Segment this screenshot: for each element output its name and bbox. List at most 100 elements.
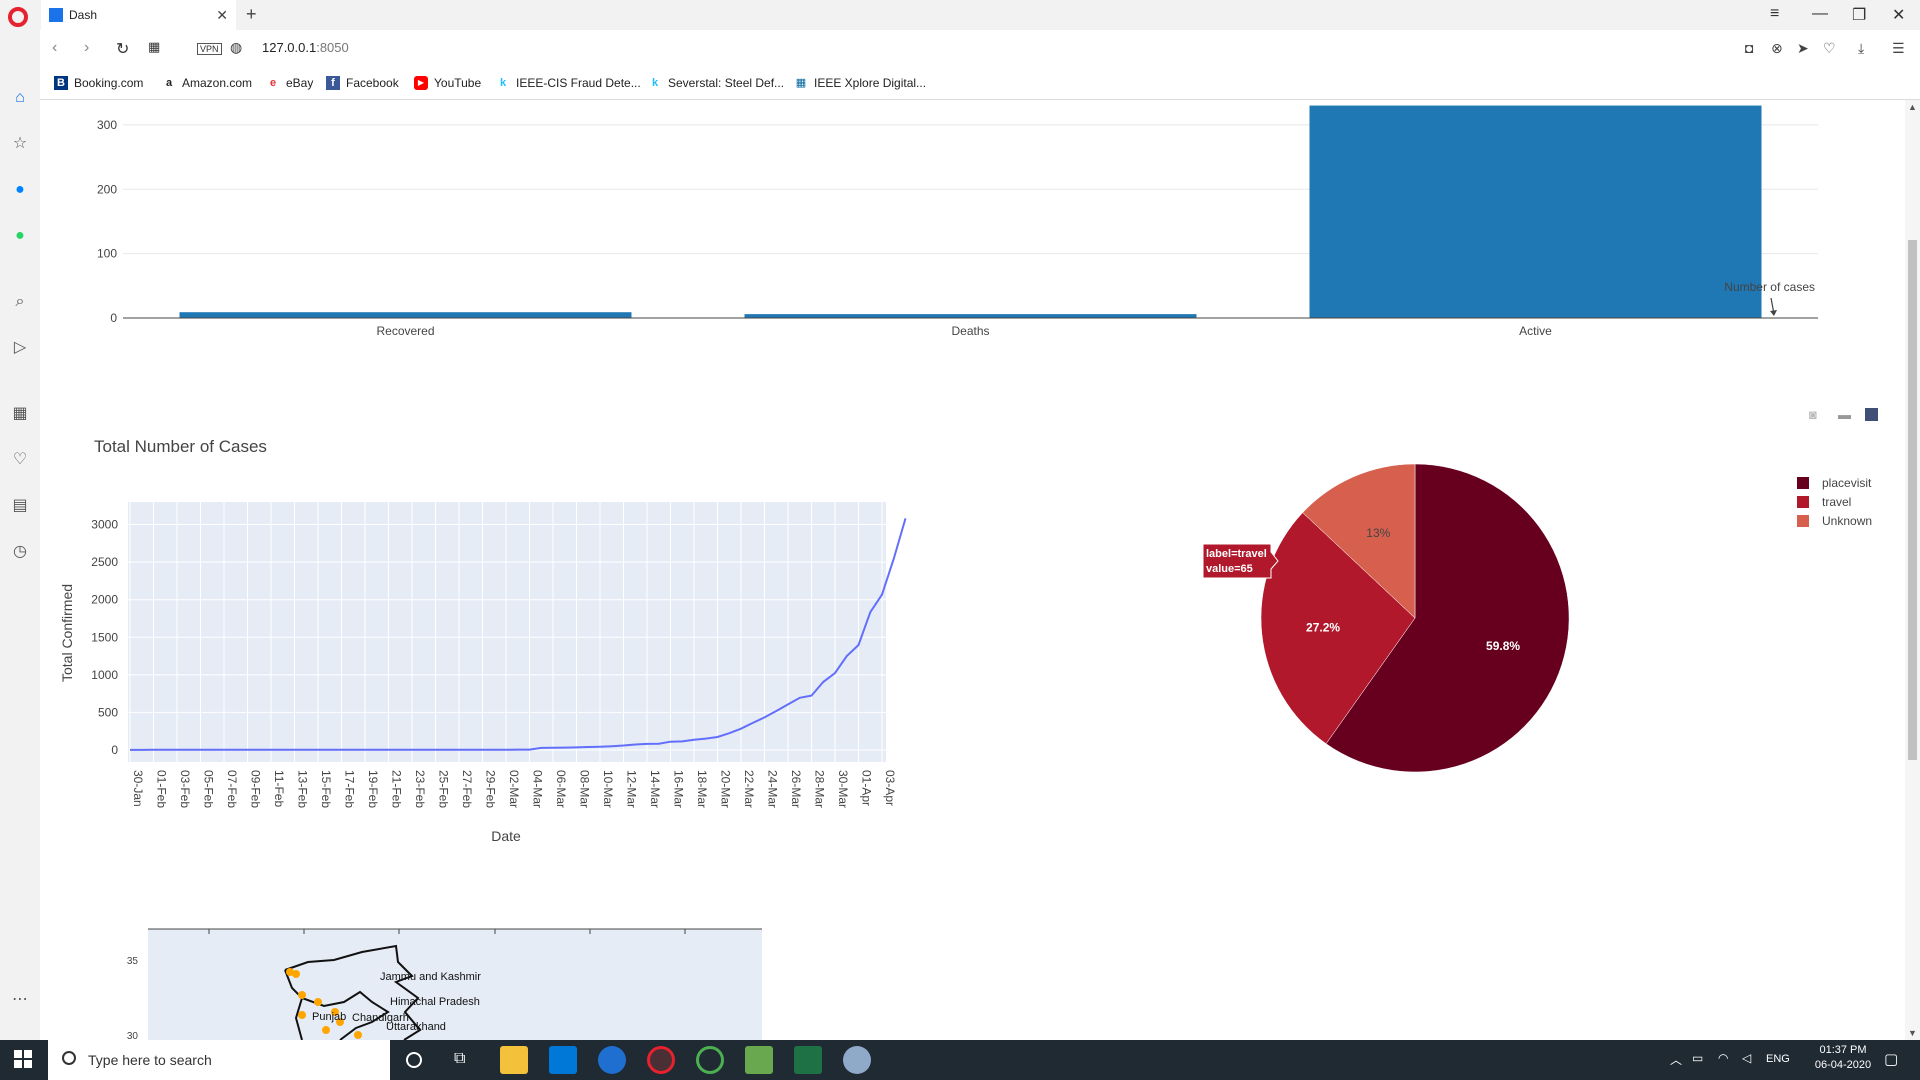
- scroll-down-icon[interactable]: ▼: [1908, 1028, 1917, 1038]
- heart-icon[interactable]: ♡: [1823, 40, 1836, 57]
- vpn-badge[interactable]: VPN: [197, 43, 222, 55]
- send-icon[interactable]: ➤: [1797, 40, 1809, 57]
- map-marker[interactable]: [322, 1026, 330, 1034]
- close-tab-icon[interactable]: ✕: [216, 7, 228, 24]
- scroll-up-icon[interactable]: ▲: [1908, 102, 1917, 112]
- news-icon[interactable]: ▤: [10, 496, 30, 516]
- forward-button[interactable]: ›: [84, 39, 89, 57]
- adblock-icon[interactable]: ⊗: [1771, 40, 1783, 57]
- bookmark-ebay[interactable]: e eBay: [266, 76, 313, 90]
- tabs-grid-icon[interactable]: ▦: [148, 39, 160, 55]
- easy-setup-icon[interactable]: ☰: [1892, 40, 1905, 57]
- home-icon[interactable]: ⌂: [10, 88, 30, 108]
- taskbar-search-input[interactable]: Type here to search: [48, 1040, 390, 1080]
- mail-icon[interactable]: [549, 1046, 577, 1074]
- search-icon[interactable]: ⌕: [10, 292, 30, 312]
- map-marker[interactable]: [298, 1011, 306, 1019]
- browser-sidebar: ⌂ ☆ ● ● ⌕ ▷ ▦ ♡ ▤ ◷ ⋯: [0, 30, 40, 1040]
- map-marker[interactable]: [354, 1031, 362, 1039]
- plotly-logo-icon[interactable]: [1865, 408, 1878, 421]
- plotly-tag-icon[interactable]: ▬: [1838, 407, 1851, 422]
- tray-chevron-icon[interactable]: ︿: [1670, 1051, 1682, 1068]
- history-icon[interactable]: ◷: [10, 542, 30, 562]
- bar-recovered[interactable]: [179, 312, 632, 318]
- star-icon[interactable]: ☆: [10, 134, 30, 154]
- bookmark-label: Amazon.com: [182, 76, 253, 90]
- tab-dash[interactable]: Dash ✕: [41, 0, 236, 30]
- apps-grid-icon[interactable]: ▦: [10, 404, 30, 424]
- page-scrollbar[interactable]: ▲ ▼: [1905, 100, 1920, 1040]
- messenger-icon[interactable]: ●: [10, 180, 30, 200]
- restore-button[interactable]: ❐: [1852, 5, 1866, 25]
- pie-slice-percent: 27.2%: [1306, 620, 1340, 634]
- whatsapp-icon[interactable]: ●: [10, 226, 30, 246]
- line-x-tick-label: 07-Feb: [225, 770, 239, 808]
- booking-icon: B: [54, 76, 68, 90]
- notifications-icon[interactable]: ▢: [1884, 1050, 1898, 1068]
- map-label-punjab: Punjab: [312, 1011, 346, 1023]
- file-explorer-icon[interactable]: [500, 1046, 528, 1074]
- bookmark-ieee-xplore[interactable]: ▦ IEEE Xplore Digital...: [794, 76, 926, 90]
- pie-legend: placevisit travel Unknown: [1797, 476, 1872, 528]
- more-icon[interactable]: ⋯: [10, 990, 30, 1010]
- bookmark-facebook[interactable]: f Facebook: [326, 76, 399, 90]
- url-port: :8050: [316, 40, 349, 55]
- bookmark-ieee-cis[interactable]: k IEEE-CIS Fraud Dete...: [496, 76, 641, 90]
- line-plot-area: [128, 502, 886, 762]
- bar-y-tick-label: 200: [97, 182, 117, 196]
- pie-chart: 59.8% 27.2% 13% placevisit travel Unknown la…: [1202, 463, 1872, 773]
- heart-icon[interactable]: ♡: [10, 450, 30, 470]
- line-y-ticks: 0 500 1000 1500 2000 2500 3000: [91, 518, 118, 757]
- cortana-icon[interactable]: [406, 1052, 422, 1068]
- back-button[interactable]: ‹: [52, 39, 57, 57]
- map-label-jk: Jammu and Kashmir: [380, 971, 481, 983]
- new-tab-button[interactable]: +: [246, 4, 257, 25]
- bar-active[interactable]: [1309, 105, 1762, 318]
- bookmark-youtube[interactable]: ▶ YouTube: [414, 76, 481, 90]
- bookmark-booking[interactable]: B Booking.com: [54, 76, 143, 90]
- map-marker[interactable]: [298, 991, 306, 999]
- opera-logo-icon[interactable]: [8, 7, 28, 27]
- url-host: 127.0.0.1: [262, 40, 317, 55]
- opera-taskbar-icon[interactable]: [647, 1046, 675, 1074]
- legend-item-placevisit[interactable]: placevisit: [1822, 476, 1872, 490]
- volume-icon[interactable]: ◁: [1742, 1051, 1751, 1065]
- map-label-uttarakhand: Uttarakhand: [386, 1021, 446, 1033]
- battery-icon[interactable]: ▭: [1692, 1051, 1703, 1065]
- map-marker[interactable]: [292, 970, 300, 978]
- language-indicator[interactable]: ENG: [1766, 1053, 1790, 1065]
- windows-start-icon[interactable]: [14, 1050, 32, 1068]
- line-x-axis-title: Date: [491, 828, 521, 844]
- legend-item-unknown[interactable]: Unknown: [1822, 514, 1872, 528]
- line-x-tick-label: 03-Apr: [883, 770, 897, 806]
- url-field[interactable]: 127.0.0.1:8050: [262, 40, 349, 55]
- bar-deaths[interactable]: [744, 314, 1197, 318]
- minimize-button[interactable]: —: [1812, 5, 1828, 23]
- bookmark-amazon[interactable]: a Amazon.com: [162, 76, 252, 90]
- line-x-tick-label: 28-Mar: [813, 770, 827, 808]
- bookmark-severstal[interactable]: k Severstal: Steel Def...: [648, 76, 784, 90]
- clock[interactable]: 01:37 PM 06-04-2020: [1808, 1044, 1878, 1071]
- close-window-button[interactable]: ✕: [1892, 5, 1905, 25]
- app-green-icon[interactable]: [696, 1046, 724, 1074]
- wifi-icon[interactable]: ◠: [1718, 1051, 1728, 1065]
- excel-icon[interactable]: [794, 1046, 822, 1074]
- download-icon[interactable]: ⤓: [1858, 40, 1864, 57]
- line-x-tick-label: 27-Feb: [460, 770, 474, 808]
- bookmark-label: Severstal: Steel Def...: [668, 76, 785, 90]
- line-x-tick-label: 23-Feb: [413, 770, 427, 808]
- edge-icon[interactable]: [598, 1046, 626, 1074]
- bar-chart: 0 100 200 300 Recovered Deaths Active Number o…: [97, 105, 1818, 338]
- map-marker[interactable]: [314, 998, 322, 1006]
- notepad-icon[interactable]: [745, 1046, 773, 1074]
- legend-item-travel[interactable]: travel: [1822, 495, 1851, 509]
- send-icon[interactable]: ▷: [10, 338, 30, 358]
- reload-button[interactable]: ↻: [116, 39, 129, 59]
- tab-menu-icon[interactable]: ≡: [1770, 5, 1779, 23]
- tab-bar: Dash ✕ + ≡ — ❐ ✕: [0, 0, 1920, 30]
- download-plot-icon[interactable]: ◙: [1809, 407, 1817, 422]
- task-view-icon[interactable]: ⧉: [454, 1050, 465, 1068]
- paint-icon[interactable]: [843, 1046, 871, 1074]
- scrollbar-thumb[interactable]: [1908, 240, 1917, 760]
- snapshot-icon[interactable]: ◘: [1745, 40, 1753, 56]
